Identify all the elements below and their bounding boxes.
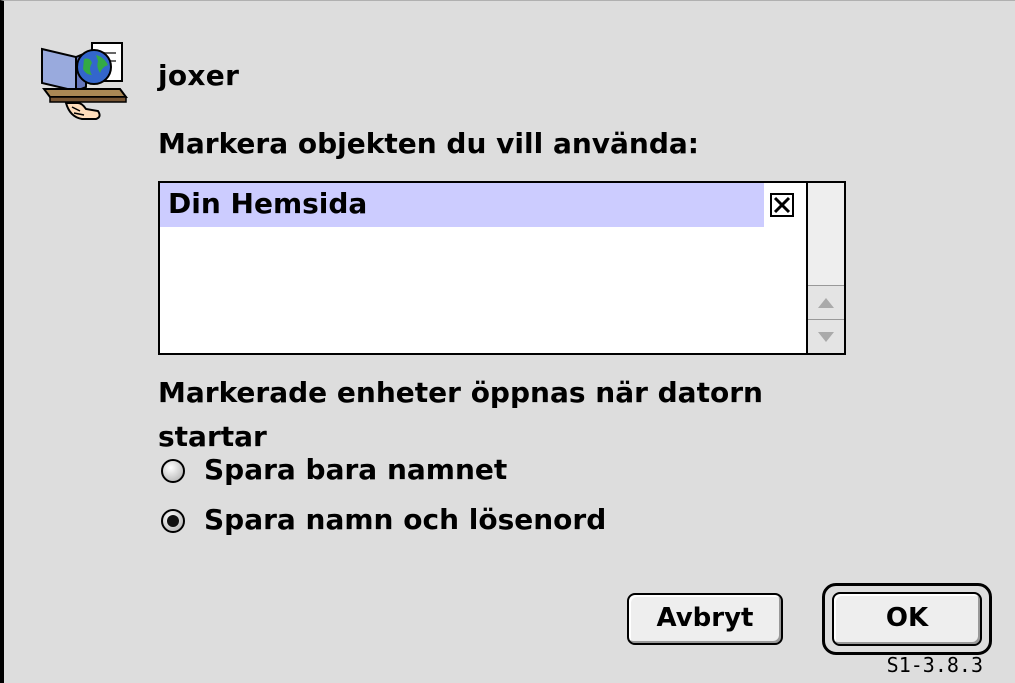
cancel-button[interactable]: Avbryt [627,593,783,645]
scroll-up-button[interactable] [808,285,844,319]
radio-unselected-icon[interactable] [160,458,186,484]
ok-button[interactable]: OK [832,592,982,646]
user-name-label: joxer [158,59,240,92]
network-globe-folder-icon [36,31,132,127]
select-items-prompt: Markera objekten du vill använda: [158,127,699,160]
arrow-down-icon [818,332,834,342]
startup-info-text: Markerade enheter öppnas när datorn star… [158,376,763,453]
checkmark-x-icon [773,196,791,214]
scroll-down-button[interactable] [808,319,844,353]
radio-selected-icon[interactable] [160,508,186,534]
server-login-dialog: joxer Markera objekten du vill använda: … [0,0,1015,683]
startup-checkbox[interactable] [770,193,794,217]
version-label: S1-3.8.3 [886,653,983,677]
radio-label: Spara namn och lösenord [204,503,607,536]
arrow-up-icon [818,298,834,308]
list-item-label: Din Hemsida [168,187,368,220]
vertical-scrollbar[interactable] [806,183,844,353]
volume-list[interactable]: Din Hemsida [158,181,846,355]
radio-label: Spara bara namnet [204,453,508,486]
list-item[interactable]: Din Hemsida [160,183,806,227]
